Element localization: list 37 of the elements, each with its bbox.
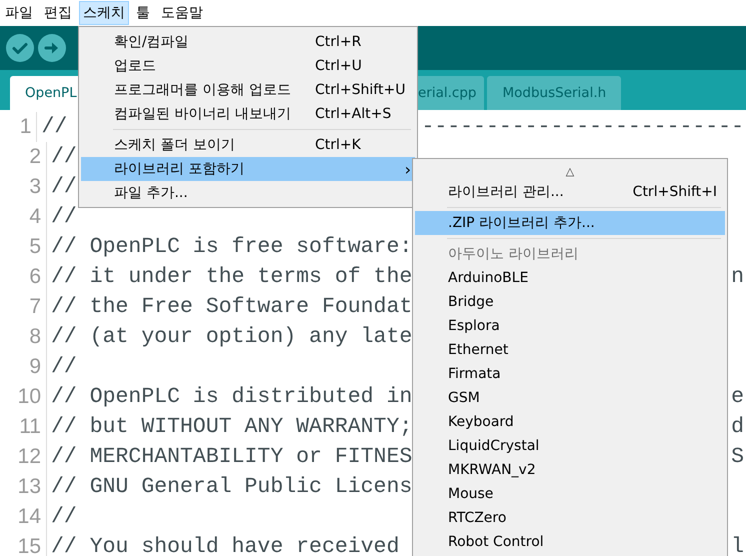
- line-number: 14: [0, 502, 47, 532]
- code-fragment: l: [731, 535, 744, 556]
- code-line: // OpenPLC is distributed in: [51, 385, 412, 409]
- code-line: // GNU General Public Licens: [51, 475, 412, 499]
- code-line: //: [51, 175, 77, 199]
- line-number: 4: [0, 202, 47, 232]
- code-line: //: [51, 205, 77, 229]
- code-fragment: -------------------------: [421, 115, 744, 139]
- code-line: //: [51, 505, 77, 529]
- code-line: //: [51, 145, 77, 169]
- line-number: 9: [0, 352, 47, 382]
- code-fragment: e: [731, 385, 744, 409]
- line-number: 5: [0, 232, 47, 262]
- code-line: // the Free Software Foundat: [51, 295, 412, 319]
- code-line: // MERCHANTABILITY or FITNES: [51, 445, 412, 469]
- code-line: // it under the terms of the: [51, 265, 412, 289]
- line-number: 12: [0, 442, 47, 472]
- code-fragment: d: [731, 415, 744, 439]
- line-number: 8: [0, 322, 47, 352]
- line-number: 13: [0, 472, 47, 502]
- code-line: //: [41, 115, 68, 139]
- code-fragment: n: [731, 265, 744, 289]
- line-number: 7: [0, 292, 47, 322]
- section-header: 아두이노 라이브러리: [448, 245, 578, 263]
- code-line: // OpenPLC is free software:: [51, 235, 412, 259]
- line-number: 2: [0, 142, 47, 172]
- code-line: // but WITHOUT ANY WARRANTY;: [51, 415, 412, 439]
- line-number: 15: [0, 532, 47, 556]
- code-fragment: S: [731, 445, 744, 469]
- line-number: 11: [0, 412, 47, 442]
- code-line: //: [51, 355, 77, 379]
- code-line: // You should have received: [51, 535, 400, 556]
- line-number: 10: [0, 382, 47, 412]
- code-line: // (at your option) any late: [51, 325, 412, 349]
- line-number: 3: [0, 172, 47, 202]
- line-number: 6: [0, 262, 47, 292]
- line-number: 1: [0, 112, 38, 142]
